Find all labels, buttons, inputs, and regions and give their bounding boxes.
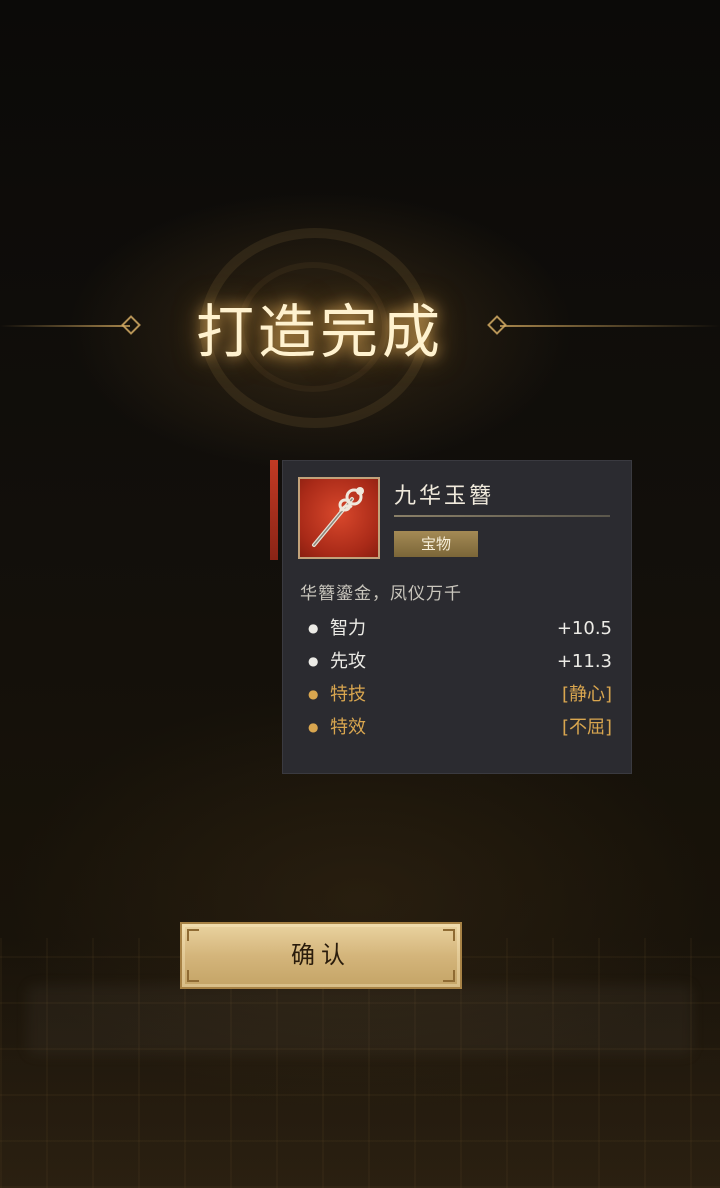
page-title: 打造完成 [195, 298, 444, 366]
stat-label: 特效 [330, 717, 366, 738]
rarity-badge: 宝物 [394, 531, 478, 557]
bullet-icon: ● [308, 687, 319, 701]
card-accent-bar [270, 460, 278, 560]
item-description: 华簪鎏金，凤仪万千 [300, 584, 462, 604]
hairpin-icon[interactable] [298, 477, 380, 559]
title-divider-right [500, 325, 720, 327]
stat-label: 特技 [330, 684, 366, 705]
item-name-divider [394, 515, 610, 517]
stat-label: 智力 [330, 618, 366, 639]
stat-value: +11.3 [556, 651, 612, 672]
stat-row-skill: ● 特技 [静心] [300, 678, 612, 711]
bullet-icon: ● [308, 720, 319, 734]
stat-value: [静心] [561, 684, 612, 705]
stat-row-intelligence: ● 智力 +10.5 [300, 612, 612, 645]
stat-row-effect: ● 特效 [不屈] [300, 711, 612, 744]
confirm-button[interactable]: 确认 [180, 922, 462, 989]
title-divider-left [0, 325, 130, 327]
confirm-button-label: 确认 [291, 941, 351, 969]
stat-value: +10.5 [556, 618, 612, 639]
bullet-icon: ● [308, 621, 319, 635]
blurred-backdrop-strip [28, 985, 692, 1055]
stat-value: [不屈] [561, 717, 612, 738]
stat-list: ● 智力 +10.5 ● 先攻 +11.3 ● 特技 [静心] ● 特效 [不屈… [300, 612, 612, 744]
bullet-icon: ● [308, 654, 319, 668]
stat-row-initiative: ● 先攻 +11.3 [300, 645, 612, 678]
stat-label: 先攻 [330, 651, 366, 672]
item-name: 九华玉簪 [394, 484, 495, 509]
